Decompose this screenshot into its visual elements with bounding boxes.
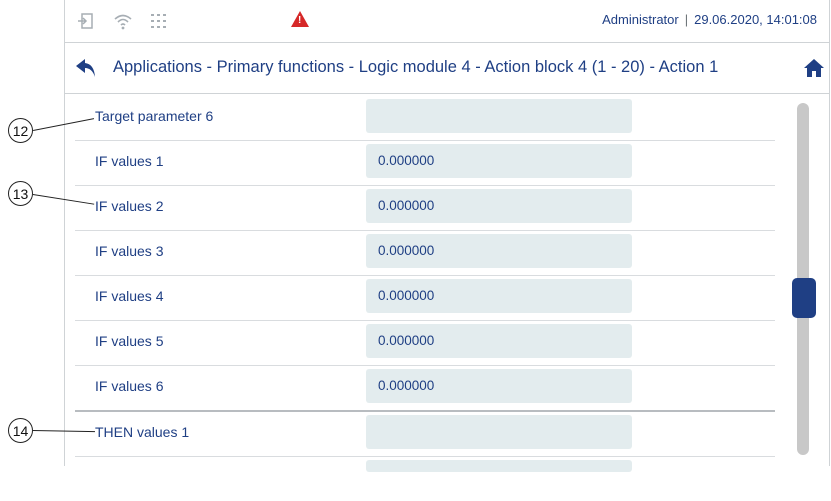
- list-row[interactable]: IF values 2 0.000000: [75, 185, 775, 231]
- row-label: IF values 4: [95, 288, 164, 304]
- row-value: 0.000000: [378, 153, 435, 168]
- value-field[interactable]: 0.000000: [366, 189, 632, 223]
- row-label: IF values 5: [95, 333, 164, 349]
- row-value: 0.000000: [378, 333, 435, 348]
- row-label: THEN values 1: [95, 424, 190, 440]
- back-arrow-icon[interactable]: [75, 57, 97, 79]
- breadcrumb: Applications - Primary functions - Logic…: [113, 58, 719, 76]
- row-label: IF values 1: [95, 153, 164, 169]
- wifi-icon[interactable]: [113, 12, 133, 35]
- list-row[interactable]: THEN values 1: [75, 411, 775, 457]
- row-value: 0.000000: [378, 243, 435, 258]
- list-row[interactable]: IF values 1 0.000000: [75, 140, 775, 186]
- value-field[interactable]: 0.000000: [366, 279, 632, 313]
- value-field[interactable]: [366, 460, 632, 472]
- value-field[interactable]: [366, 415, 632, 449]
- row-value: 0.000000: [378, 288, 435, 303]
- value-field[interactable]: 0.000000: [366, 234, 632, 268]
- nav-bar: Applications - Primary functions - Logic…: [65, 43, 829, 93]
- row-label: IF values 3: [95, 243, 164, 259]
- list-row[interactable]: IF values 3 0.000000: [75, 230, 775, 276]
- list-row[interactable]: IF values 6 0.000000: [75, 365, 775, 412]
- status-bar: ! Administrator | 29.06.2020, 14:01:08: [65, 0, 829, 42]
- row-value: 0.000000: [378, 378, 435, 393]
- warning-icon[interactable]: !: [291, 11, 309, 27]
- row-label: IF values 2: [95, 198, 164, 214]
- user-datetime: Administrator | 29.06.2020, 14:01:08: [602, 12, 817, 27]
- list-row[interactable]: Target parameter 6: [75, 95, 775, 141]
- callout-14: 14: [8, 418, 33, 443]
- list-row-partial[interactable]: [75, 456, 775, 501]
- scrollbar-thumb[interactable]: [792, 278, 816, 318]
- row-label: IF values 6: [95, 378, 164, 394]
- list-row[interactable]: IF values 5 0.000000: [75, 320, 775, 366]
- list-row[interactable]: IF values 4 0.000000: [75, 275, 775, 321]
- datetime: 29.06.2020, 14:01:08: [694, 12, 817, 27]
- value-field[interactable]: 0.000000: [366, 369, 632, 403]
- user-name[interactable]: Administrator: [602, 12, 679, 27]
- callout-13: 13: [8, 181, 33, 206]
- callout-12: 12: [8, 118, 33, 143]
- divider: [65, 93, 829, 94]
- value-field[interactable]: 0.000000: [366, 324, 632, 358]
- row-label: Target parameter 6: [95, 108, 214, 124]
- home-icon[interactable]: [803, 57, 825, 79]
- login-icon[interactable]: [78, 12, 94, 35]
- status-separator: |: [684, 12, 689, 27]
- network-icon[interactable]: [150, 12, 168, 35]
- value-field[interactable]: 0.000000: [366, 144, 632, 178]
- row-value: 0.000000: [378, 198, 435, 213]
- screen-border-right: [829, 0, 830, 466]
- value-field[interactable]: [366, 99, 632, 133]
